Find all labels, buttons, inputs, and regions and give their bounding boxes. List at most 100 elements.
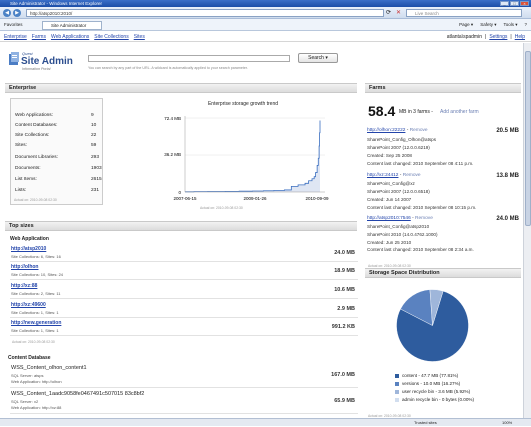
stat-row: Documents: 1903 [15,166,103,171]
logo-mark-icon [9,52,19,65]
farm-size: 24.0 MB [496,216,519,222]
farm-created: Created: Sep 25 2008 [367,153,412,158]
safety-menu[interactable]: Safety ▾ [480,19,496,31]
remove-farm-link[interactable]: Remove [403,173,421,178]
help-link[interactable]: Help [515,33,525,42]
stat-label: Documents: [15,166,41,171]
nav-enterprise[interactable]: Enterprise [4,33,27,42]
farm-version: SharePoint 2010 (14.0.4762.1000) [367,232,438,237]
content-db-webapp: Web Application: http://olhon [11,379,62,384]
farm-entry: http://olhon:22222 - Remove 20.5 MB Shar… [367,128,519,166]
webapp-detail: Site Collections: 1, Sites: 1 [11,328,59,333]
minimize-button[interactable]: _ [500,1,509,6]
webapp-link[interactable]: http://xz:49600 [11,302,46,308]
url-input[interactable]: http://atsp2010:2010/ [26,9,384,17]
x-tick-label: 2009-01-26 [243,196,267,201]
legend-label: admin recycle bin - 0 bytes (0.00%) [402,397,474,402]
legend-swatch [395,389,399,394]
content-db-row: WSS_Content_1aadc9058fe0467491c507015 83… [10,390,358,414]
y-tick-label: 72.4 MB [164,116,181,121]
content-db-size: 65.9 MB [334,398,355,404]
legend-swatch [395,373,399,378]
browser-search-input[interactable]: Live Search [406,9,522,17]
add-farm-link[interactable]: Add another farm [440,109,479,115]
stat-row: Site Collections: 22 [15,133,103,138]
address-bar-row: ◀ ▶ http://atsp2010:2010/ ⟳ ✕ Live Searc… [0,7,531,19]
y-tick-label: 36.2 MB [164,152,181,157]
remove-farm-link[interactable]: Remove [415,216,433,221]
stat-value: 9 [91,113,94,118]
forward-icon[interactable]: ▶ [13,9,21,17]
window-title: Site Administrator - Windows Internet Ex… [10,1,103,6]
webapp-size: 991.2 KB [331,324,355,330]
browser-tab[interactable]: Site Administrator [42,21,102,30]
webapp-row: http://new.generation Site Collections: … [10,319,358,336]
webapp-size: 18.9 MB [334,268,355,274]
page-menu[interactable]: Page ▾ [459,19,473,31]
content-db-webapp: Web Application: http://xz:88 [11,405,62,410]
farm-link[interactable]: http://atsp2010:7546 [367,216,411,221]
status-bar: Trusted sites 100% [0,418,531,426]
favorites-button[interactable]: Favorites [4,19,23,31]
storage-growth-area [185,120,320,192]
webapp-detail: Site Collections: 6, Sites: 16 [11,254,61,259]
webapp-link[interactable]: http://new.generation [11,320,61,326]
content-db-size: 167.0 MB [331,372,355,378]
settings-link[interactable]: Settings [489,33,507,42]
close-button[interactable]: × [520,1,529,6]
web-application-title: Web Application [10,236,49,242]
farm-changed: Content last changed: 2010 September 08 … [367,205,477,210]
webapp-link[interactable]: http://atsp2010 [11,246,46,252]
stat-row: List Items: 2615 [15,177,103,182]
nav-farms[interactable]: Farms [32,33,46,42]
farms-total-suffix: MB in 3 farms - [399,109,433,115]
webapp-link[interactable]: http://olhon [11,264,39,270]
nav-web-applications[interactable]: Web Applications [51,33,89,42]
help-menu[interactable]: ? [524,19,527,31]
webapp-detail: Site Collections: 10, Sites: 24 [11,272,64,277]
webapp-size: 2.9 MB [337,306,355,312]
tools-menu[interactable]: Tools ▾ [503,19,517,31]
stat-value: 22 [91,133,97,138]
webapp-size: 24.0 MB [334,250,355,256]
webapp-row: http://xz:49600 Site Collections: 1, Sit… [10,301,358,318]
search-hint: You can search by any part of the URL. A… [88,66,248,70]
x-tick-label: 2007-06-15 [173,196,197,201]
farm-created: Created: Jun 25 2010 [367,240,412,245]
stop-icon[interactable]: ✕ [396,9,401,16]
farm-version: SharePoint 2007 (12.0.0.6219) [367,145,430,150]
content-db-row: WSS_Content_olhon_content1 SQL Server: a… [10,364,358,388]
stat-label: Web Applications: [15,113,54,118]
stat-row: Web Applications: 9 [15,113,103,118]
search-button[interactable]: Search ▾ [298,53,338,63]
refresh-icon[interactable]: ⟳ [386,9,391,16]
webapp-row: http://olhon Site Collections: 10, Sites… [10,263,358,280]
x-tick-label: 2010-09-09 [305,196,329,201]
farm-entry: http://atsp2010:7546 - Remove 24.0 MB Sh… [367,216,519,252]
farm-link[interactable]: http://olhon:22222 [367,128,405,133]
stat-label: Lists: [15,188,27,193]
farm-link[interactable]: http://xz:24412 [367,173,398,178]
back-icon[interactable]: ◀ [3,9,11,17]
stat-value: 231 [91,188,100,193]
enterprise-stats: Web Applications: 9 Content Databases: 10 … [10,98,103,205]
remove-farm-link[interactable]: Remove [410,128,428,133]
site-search-input[interactable] [88,55,290,62]
maximize-button[interactable]: □ [510,1,519,6]
storage-pie-chart [396,289,469,362]
scrollbar-thumb[interactable] [525,51,531,226]
window-titlebar: Site Administrator - Windows Internet Ex… [0,0,531,7]
stat-row: Lists: 231 [15,188,103,193]
stat-label: Sites: [15,143,27,148]
nav-site-collections[interactable]: Site Collections [94,33,128,42]
stat-value: 1903 [91,166,102,171]
webapp-link[interactable]: http://xz:88 [11,283,37,289]
app-nav: Enterprise Farms Web Applications Site C… [0,33,531,42]
nav-sites[interactable]: Sites [134,33,145,42]
page-scrollbar[interactable] [523,43,531,418]
farms-heading: Farms [365,83,521,93]
stats-timestamp: Actual on: 2010-09-08 02:30 [14,198,57,202]
stat-row: Document Libraries: 293 [15,155,103,160]
stat-row: Sites: 59 [15,143,103,148]
stat-label: List Items: [15,177,37,182]
